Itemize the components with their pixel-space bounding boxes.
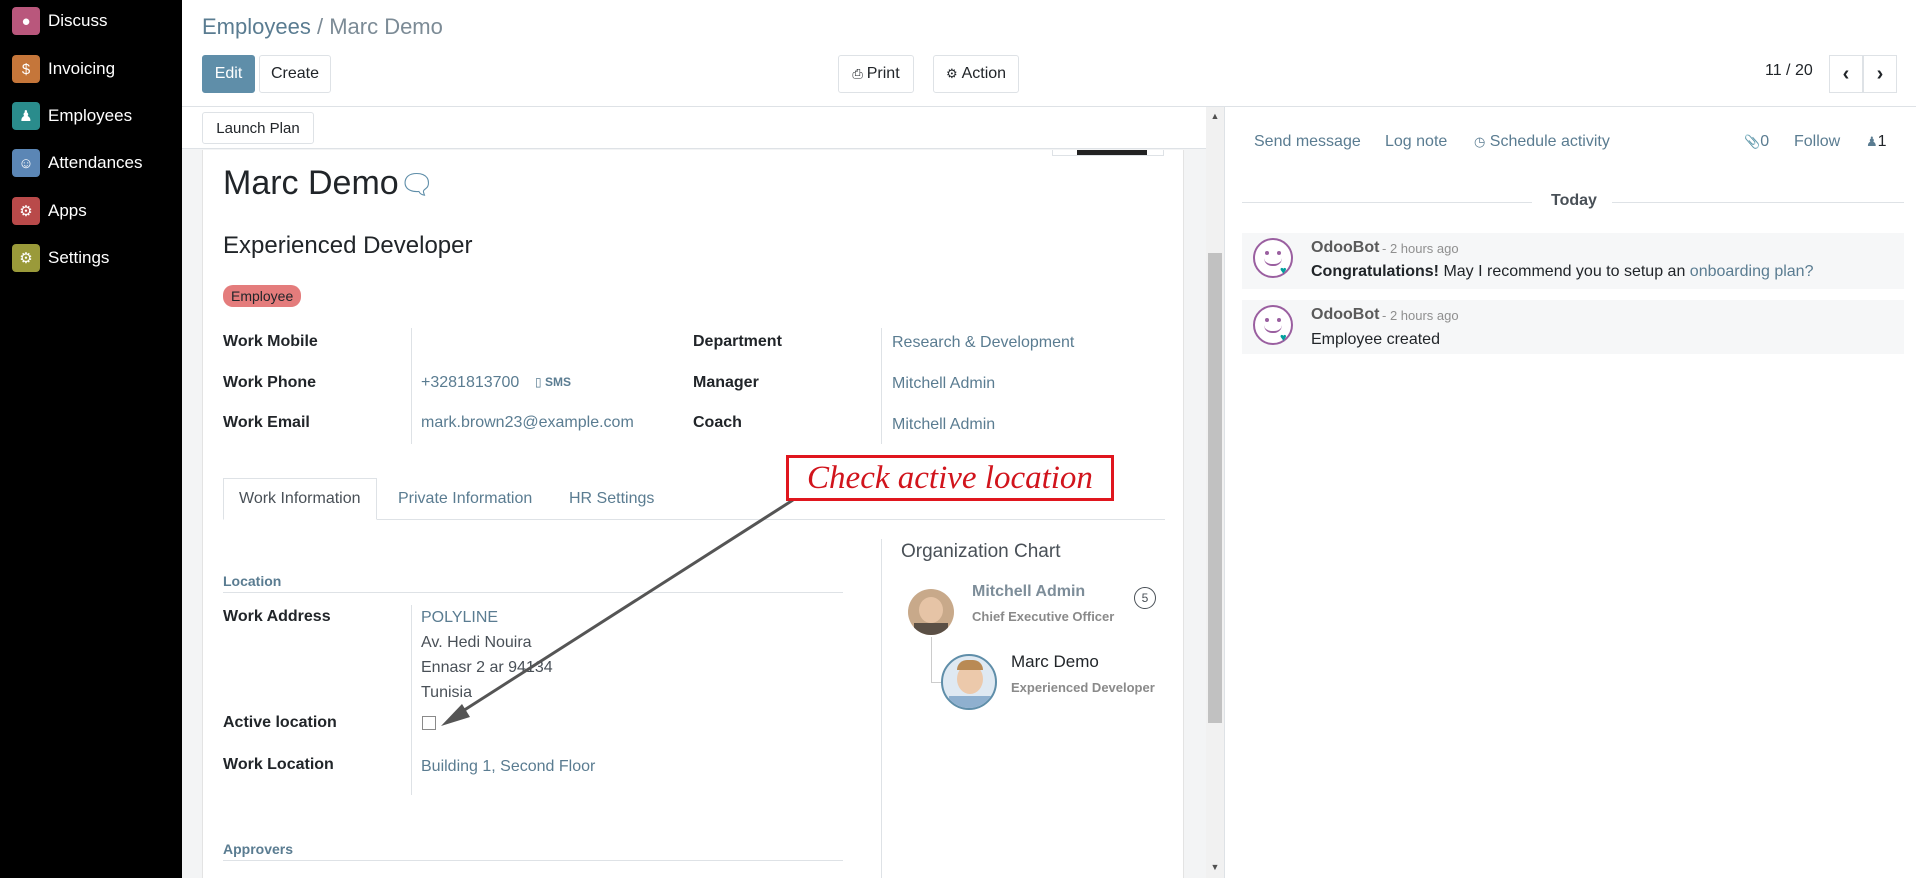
user-icon: ♟: [1866, 134, 1878, 149]
message-time: - 2 hours ago: [1382, 308, 1459, 323]
message-bold-text: Congratulations!: [1311, 263, 1439, 280]
message-body: Employee created: [1311, 331, 1440, 348]
send-message-button[interactable]: Send message: [1254, 133, 1361, 151]
eye-shape: [1265, 318, 1269, 322]
odoobot-avatar[interactable]: ♥: [1253, 238, 1293, 278]
message-text: May I recommend you to setup an: [1439, 263, 1690, 280]
followers-button[interactable]: ♟1: [1866, 133, 1887, 151]
message-author[interactable]: OdooBot: [1311, 239, 1379, 257]
chatter-panel: [1224, 107, 1916, 878]
clock-icon: ◷: [1474, 134, 1486, 149]
attachments-button[interactable]: 📎0: [1744, 133, 1769, 151]
eye-shape: [1277, 318, 1281, 322]
date-separator-line: [1612, 202, 1904, 203]
message-time: - 2 hours ago: [1382, 241, 1459, 256]
message-body: Congratulations! May I recommend you to …: [1311, 263, 1813, 281]
odoobot-avatar[interactable]: ♥: [1253, 305, 1293, 345]
paperclip-icon: 📎: [1744, 134, 1761, 149]
date-separator-line: [1242, 202, 1532, 203]
eye-shape: [1277, 251, 1281, 255]
date-separator-label: Today: [1551, 192, 1597, 209]
schedule-activity-label: Schedule activity: [1489, 133, 1610, 150]
eye-shape: [1265, 251, 1269, 255]
message-author[interactable]: OdooBot: [1311, 306, 1379, 324]
annotation-callout: Check active location: [786, 455, 1114, 501]
heart-icon: ♥: [1280, 265, 1287, 277]
follow-button[interactable]: Follow: [1794, 133, 1840, 151]
attachments-count: 0: [1760, 133, 1770, 150]
followers-count: 1: [1877, 133, 1887, 150]
log-note-button[interactable]: Log note: [1385, 133, 1447, 151]
onboarding-plan-link[interactable]: onboarding plan?: [1690, 263, 1814, 280]
heart-icon: ♥: [1280, 332, 1287, 344]
schedule-activity-button[interactable]: ◷ Schedule activity: [1474, 133, 1610, 151]
